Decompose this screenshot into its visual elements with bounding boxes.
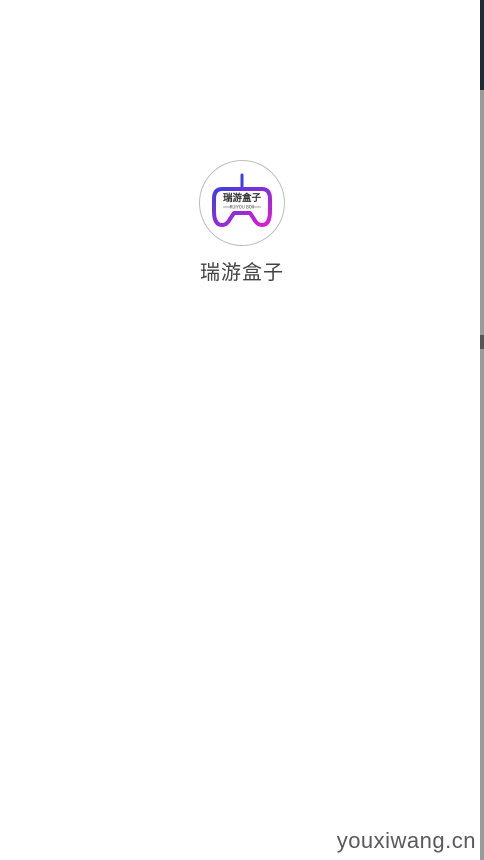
scrollbar-thumb[interactable] <box>480 0 484 90</box>
logo-title: 瑞游盒子 <box>223 192 262 204</box>
edge-marker <box>480 335 484 349</box>
watermark: youxiwang.cn <box>336 828 476 853</box>
logo-subtitle: RUIYOU BOX <box>230 205 255 210</box>
window-edge <box>480 0 484 860</box>
splash-screen: 瑞游盒子 RUIYOU BOX 瑞游盒子 youxiwang.cn <box>0 0 484 860</box>
splash-content: 瑞游盒子 RUIYOU BOX 瑞游盒子 <box>0 160 484 285</box>
app-logo: 瑞游盒子 RUIYOU BOX <box>199 160 285 246</box>
app-name: 瑞游盒子 <box>200 260 284 284</box>
gamepad-icon: 瑞游盒子 RUIYOU BOX <box>212 173 272 227</box>
